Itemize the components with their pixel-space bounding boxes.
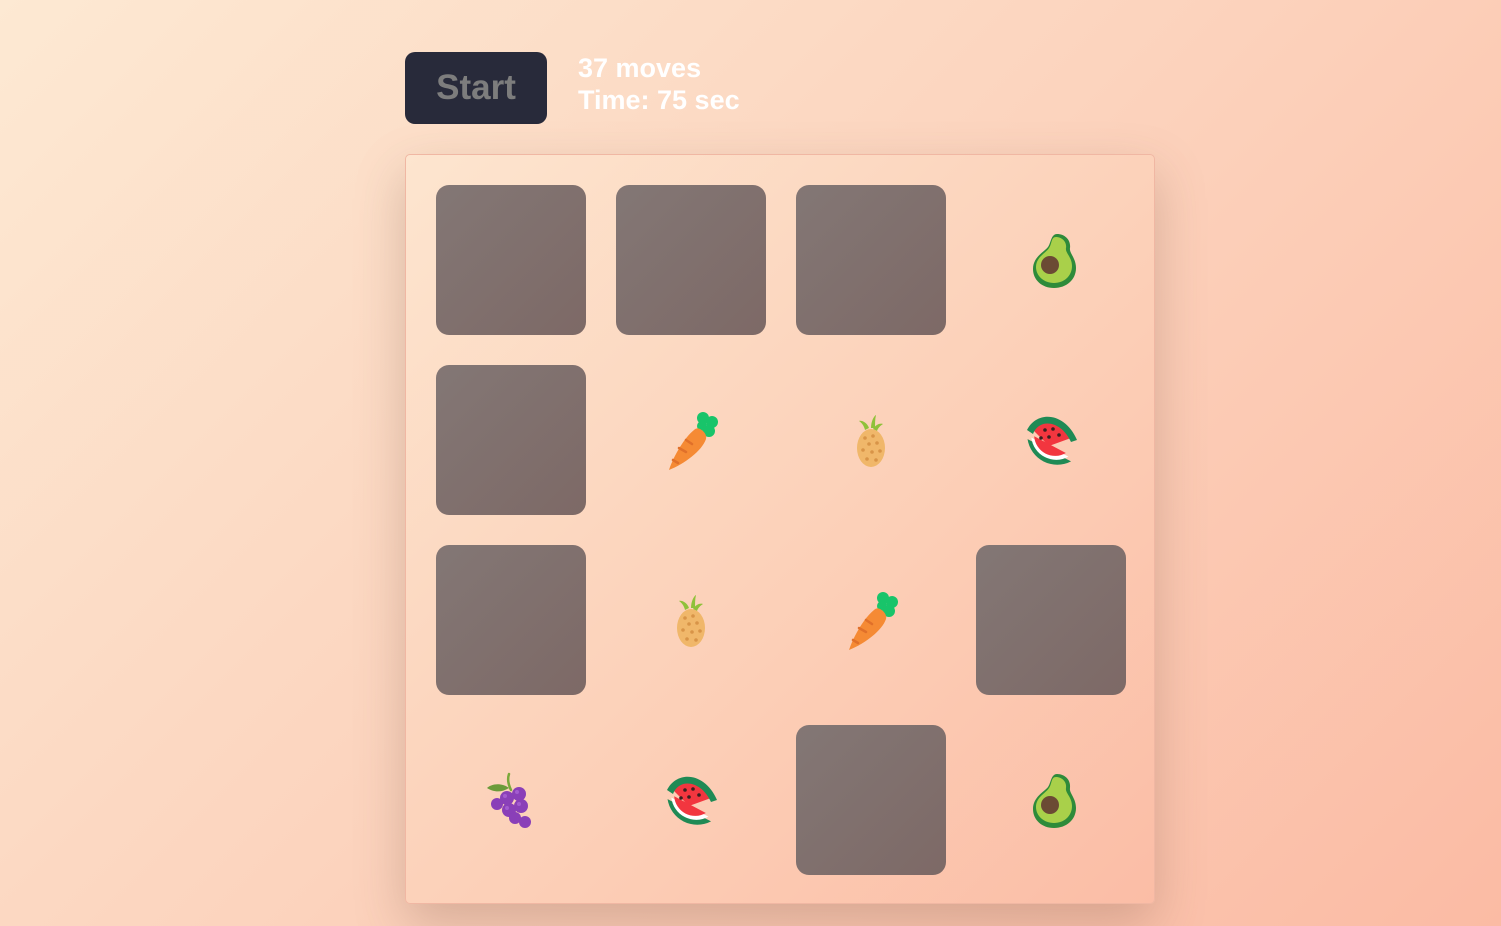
card-face-down[interactable]: [436, 365, 586, 515]
card-face-up[interactable]: [616, 365, 766, 515]
avocado-icon: [1019, 228, 1083, 292]
card-face-up[interactable]: [436, 725, 586, 875]
carrot-icon: [839, 588, 903, 652]
stats-panel: 37 moves Time: 75 sec: [578, 52, 740, 116]
game-board: [405, 154, 1155, 904]
card-face-up[interactable]: [616, 725, 766, 875]
card-face-up[interactable]: [616, 545, 766, 695]
card-face-up[interactable]: [976, 185, 1126, 335]
card-face-up[interactable]: [976, 365, 1126, 515]
card-face-down[interactable]: [436, 545, 586, 695]
pineapple-icon: [659, 588, 723, 652]
watermelon-icon: [659, 768, 723, 832]
card-face-down[interactable]: [796, 185, 946, 335]
card-face-down[interactable]: [616, 185, 766, 335]
moves-counter: 37 moves: [578, 53, 702, 83]
card-face-down[interactable]: [436, 185, 586, 335]
carrot-icon: [659, 408, 723, 472]
card-face-up[interactable]: [796, 545, 946, 695]
watermelon-icon: [1019, 408, 1083, 472]
card-face-down[interactable]: [976, 545, 1126, 695]
timer: Time: 75 sec: [578, 85, 740, 115]
avocado-icon: [1019, 768, 1083, 832]
pineapple-icon: [839, 408, 903, 472]
start-button[interactable]: Start: [405, 52, 547, 124]
card-face-up[interactable]: [976, 725, 1126, 875]
controls-bar: Start 37 moves Time: 75 sec: [405, 52, 740, 124]
card-face-up[interactable]: [796, 365, 946, 515]
grapes-icon: [479, 768, 543, 832]
card-face-down[interactable]: [796, 725, 946, 875]
